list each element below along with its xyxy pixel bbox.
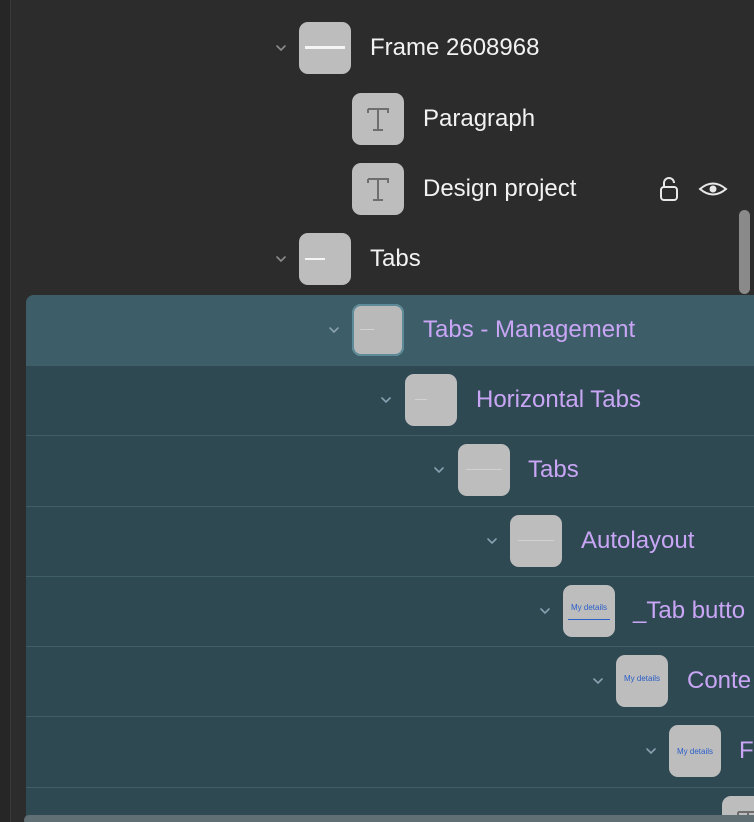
frame-thumbnail (299, 233, 351, 285)
layer-row-design-project[interactable]: Design project (0, 154, 754, 224)
layer-label: Autolayout (581, 527, 695, 554)
layer-label: Frame 2608968 (370, 34, 540, 61)
text-layer-icon (352, 93, 404, 145)
layer-row-tabs-inner[interactable]: Tabs (0, 435, 754, 505)
thumbnail-preview-line (305, 258, 325, 260)
frame-thumbnail (405, 374, 457, 426)
thumbnail-text: My details (570, 603, 607, 612)
layer-label: Tabs (528, 456, 579, 483)
layer-label: Conte (687, 667, 752, 694)
layer-row-content[interactable]: My details Conte (0, 646, 754, 716)
layer-row-horizontal-tabs[interactable]: Horizontal Tabs (0, 365, 754, 435)
thumbnail-text: My details (676, 747, 713, 756)
frame-thumbnail (352, 304, 404, 356)
chevron-down-icon[interactable] (274, 252, 288, 266)
layer-label: Tabs (370, 245, 421, 272)
layer-row-paragraph[interactable]: Paragraph (0, 84, 754, 154)
layer-row-autolayout[interactable]: Autolayout (0, 506, 754, 576)
thumbnail-text: My details (623, 674, 660, 683)
layer-row-frame-f[interactable]: My details F (0, 716, 754, 786)
layer-label: Design project (423, 175, 577, 202)
chevron-down-icon[interactable] (379, 393, 393, 407)
content-thumbnail: My details (616, 655, 668, 707)
layer-row-tabs-management[interactable]: Tabs - Management (0, 295, 754, 365)
chevron-down-icon[interactable] (485, 534, 499, 548)
horizontal-scrollbar[interactable] (24, 815, 754, 822)
frame-thumbnail: My details (669, 725, 721, 777)
layer-label: Paragraph (423, 105, 536, 132)
chevron-down-icon[interactable] (327, 323, 341, 337)
thumbnail-preview-line (415, 399, 427, 400)
text-layer-icon (352, 163, 404, 215)
layer-label: _Tab butto (633, 597, 746, 624)
tab-button-thumbnail: My details (563, 585, 615, 637)
thumbnail-underline (568, 619, 610, 620)
layer-row-tab-button[interactable]: My details _Tab butto (0, 576, 754, 646)
unlock-icon[interactable] (656, 175, 682, 203)
eye-icon[interactable] (698, 177, 728, 201)
frame-thumbnail (299, 22, 351, 74)
frame-thumbnail (458, 444, 510, 496)
thumbnail-preview-line (518, 540, 554, 541)
thumbnail-preview-line (305, 46, 345, 49)
frame-thumbnail (510, 515, 562, 567)
layers-panel: Frame 2608968 Paragraph Design project T… (0, 0, 754, 822)
layer-row-frame-2608968[interactable]: Frame 2608968 (0, 13, 754, 83)
layer-label: F (739, 737, 754, 764)
chevron-down-icon[interactable] (274, 41, 288, 55)
chevron-down-icon[interactable] (432, 463, 446, 477)
layer-row-tabs[interactable]: Tabs (0, 224, 754, 294)
chevron-down-icon[interactable] (591, 674, 605, 688)
vertical-scrollbar[interactable] (739, 210, 750, 294)
thumbnail-preview-line (360, 329, 374, 330)
thumbnail-preview-line (466, 469, 502, 470)
layer-label: Tabs - Management (423, 316, 636, 343)
layer-label: Horizontal Tabs (476, 386, 641, 413)
chevron-down-icon[interactable] (644, 744, 658, 758)
chevron-down-icon[interactable] (538, 604, 552, 618)
